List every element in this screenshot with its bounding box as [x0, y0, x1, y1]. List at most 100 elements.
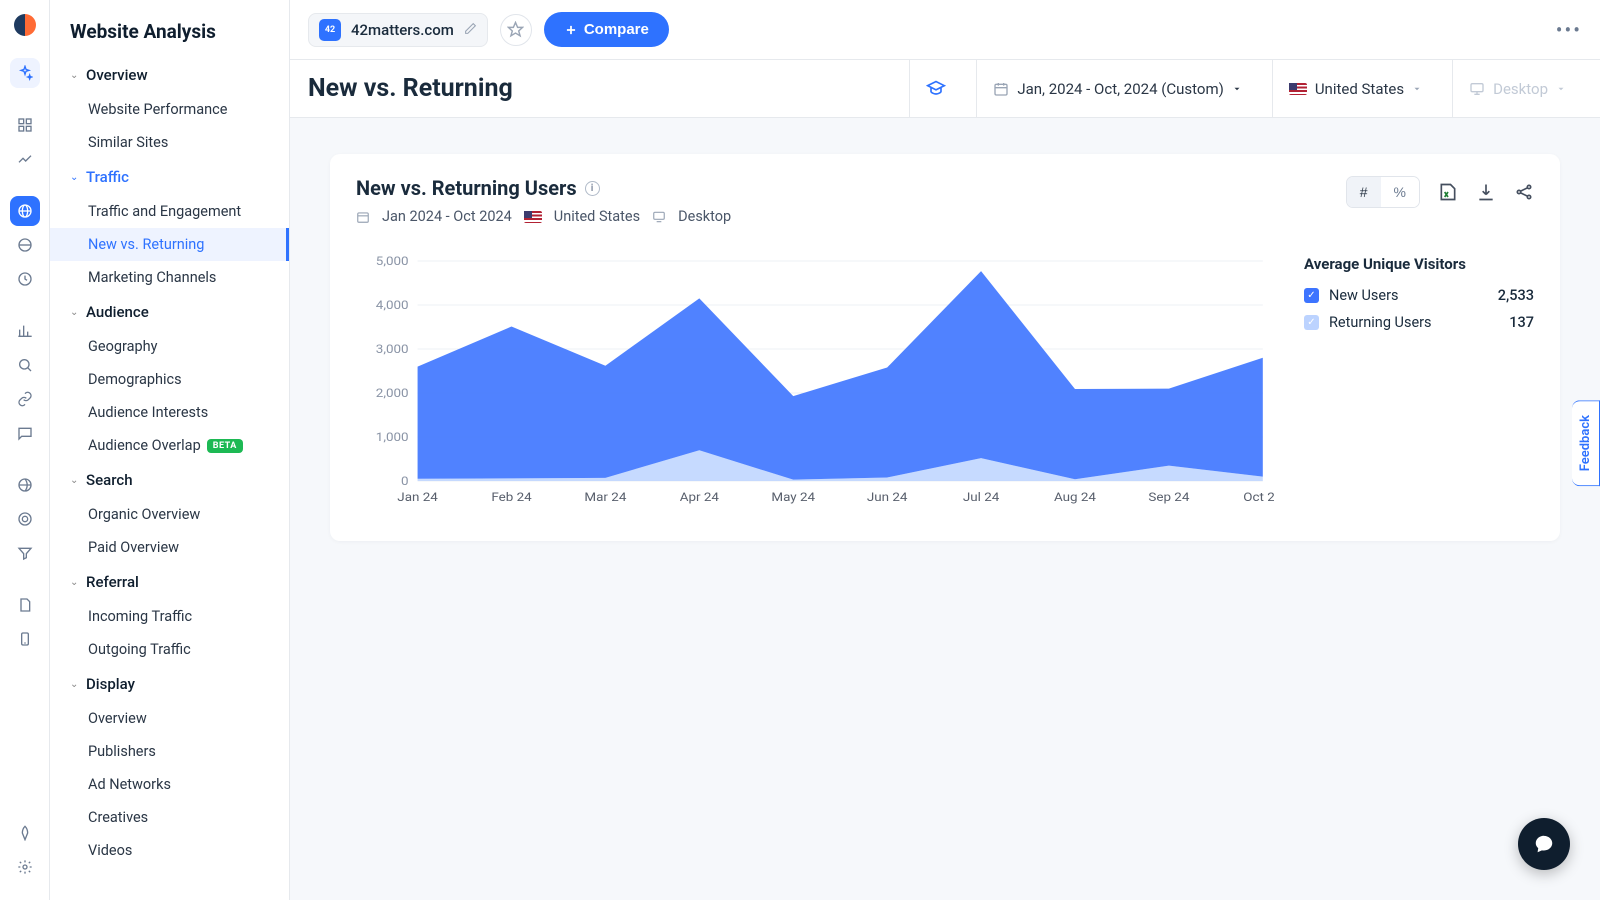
nav-item[interactable]: Audience OverlapBETA [50, 429, 289, 462]
nav-head-search[interactable]: ⌄Search [50, 462, 289, 498]
brand-logo[interactable] [14, 14, 36, 36]
rail-dashboard-icon[interactable] [10, 110, 40, 140]
rail-clock-icon[interactable] [10, 264, 40, 294]
sidebar: Website Analysis ⌄OverviewWebsite Perfor… [50, 0, 290, 900]
svg-text:May 24: May 24 [771, 491, 815, 505]
device-picker[interactable]: Desktop [1452, 60, 1582, 118]
svg-text:Sep 24: Sep 24 [1148, 491, 1189, 505]
nav-item[interactable]: Audience Interests [50, 396, 289, 429]
chat-bubble-button[interactable] [1518, 818, 1570, 870]
device-label: Desktop [1493, 80, 1548, 98]
nav-item[interactable]: Videos [50, 834, 289, 867]
nav-item[interactable]: Similar Sites [50, 126, 289, 159]
svg-text:Aug 24: Aug 24 [1054, 491, 1096, 505]
toggle-pct-button[interactable]: % [1381, 177, 1419, 207]
svg-text:Jun 24: Jun 24 [867, 491, 908, 505]
nav-item[interactable]: Creatives [50, 801, 289, 834]
nav-item[interactable]: Paid Overview [50, 531, 289, 564]
legend-row[interactable]: ✓Returning Users137 [1304, 314, 1534, 331]
value-format-toggle: # % [1346, 176, 1420, 208]
rail-link-icon[interactable] [10, 384, 40, 414]
icon-rail [0, 0, 50, 900]
nav-item[interactable]: Traffic and Engagement [50, 195, 289, 228]
rail-globe2-icon[interactable] [10, 230, 40, 260]
svg-text:4,000: 4,000 [376, 299, 409, 313]
us-flag-icon [1289, 83, 1307, 95]
rail-gear-icon[interactable] [10, 852, 40, 882]
chevron-down-icon [1556, 84, 1566, 94]
compare-button-label: Compare [584, 21, 649, 38]
card-title: New vs. Returning Users i [356, 176, 1346, 200]
download-icon[interactable] [1476, 182, 1496, 202]
svg-text:Oct 24: Oct 24 [1243, 491, 1274, 505]
rail-filter-icon[interactable] [10, 538, 40, 568]
topbar: 42 42matters.com Compare ••• [290, 0, 1600, 60]
share-icon[interactable] [1514, 182, 1534, 202]
nav-item[interactable]: Outgoing Traffic [50, 633, 289, 666]
svg-text:Apr 24: Apr 24 [680, 491, 719, 505]
card-meta: Jan 2024 - Oct 2024 United States Deskto… [356, 208, 1346, 225]
nav-head-traffic[interactable]: ⌄Traffic [50, 159, 289, 195]
toggle-hash-button[interactable]: # [1347, 177, 1381, 207]
rail-search-icon[interactable] [10, 350, 40, 380]
nav-item[interactable]: Website Performance [50, 93, 289, 126]
svg-text:Mar 24: Mar 24 [584, 491, 626, 505]
chart-card: New vs. Returning Users i Jan 2024 - Oct… [330, 154, 1560, 541]
nav-head-overview[interactable]: ⌄Overview [50, 57, 289, 93]
rail-bar-icon[interactable] [10, 316, 40, 346]
nav-head-display[interactable]: ⌄Display [50, 666, 289, 702]
nav-item[interactable]: Publishers [50, 735, 289, 768]
date-range-label: Jan, 2024 - Oct, 2024 (Custom) [1017, 80, 1224, 98]
nav-item[interactable]: Demographics [50, 363, 289, 396]
chevron-down-icon [1412, 84, 1422, 94]
country-label: United States [1315, 80, 1404, 98]
nav-item[interactable]: Ad Networks [50, 768, 289, 801]
compare-button[interactable]: Compare [544, 12, 669, 47]
nav-item[interactable]: Incoming Traffic [50, 600, 289, 633]
calendar-icon [356, 210, 370, 224]
domain-favicon: 42 [319, 19, 341, 41]
rail-globe-icon[interactable] [10, 196, 40, 226]
area-chart: 01,0002,0003,0004,0005,000Jan 24Feb 24Ma… [356, 251, 1274, 511]
subbar: New vs. Returning Jan, 2024 - Oct, 2024 … [290, 60, 1600, 118]
chart-legend: Average Unique Visitors ✓New Users2,533 ✓… [1304, 251, 1534, 511]
edit-domain-icon[interactable] [464, 20, 477, 39]
rail-globe3-icon[interactable] [10, 470, 40, 500]
rail-rocket-icon[interactable] [10, 818, 40, 848]
legend-row[interactable]: ✓New Users2,533 [1304, 287, 1534, 304]
rail-trend-icon[interactable] [10, 144, 40, 174]
education-icon[interactable] [909, 60, 962, 118]
nav-head-referral[interactable]: ⌄Referral [50, 564, 289, 600]
favorite-button[interactable] [500, 14, 532, 46]
nav-item[interactable]: Marketing Channels [50, 261, 289, 294]
svg-text:Jul 24: Jul 24 [963, 491, 999, 505]
svg-text:2,000: 2,000 [376, 387, 409, 401]
domain-name: 42matters.com [351, 21, 454, 39]
date-range-picker[interactable]: Jan, 2024 - Oct, 2024 (Custom) [976, 60, 1258, 118]
us-flag-icon [524, 211, 542, 223]
chevron-down-icon [1232, 84, 1242, 94]
svg-text:0: 0 [401, 475, 409, 489]
country-picker[interactable]: United States [1272, 60, 1438, 118]
legend-title: Average Unique Visitors [1304, 255, 1534, 273]
svg-text:Jan 24: Jan 24 [397, 491, 438, 505]
rail-sparkle-icon[interactable] [10, 58, 40, 88]
feedback-tab[interactable]: Feedback [1572, 400, 1600, 486]
info-icon[interactable]: i [585, 181, 600, 196]
nav-head-audience[interactable]: ⌄Audience [50, 294, 289, 330]
nav-item[interactable]: Organic Overview [50, 498, 289, 531]
svg-text:5,000: 5,000 [376, 255, 409, 269]
rail-message-icon[interactable] [10, 418, 40, 448]
nav-item[interactable]: New vs. Returning [50, 228, 289, 261]
svg-text:Feb 24: Feb 24 [491, 491, 531, 505]
export-excel-icon[interactable] [1438, 182, 1458, 202]
desktop-icon [652, 210, 666, 224]
sidebar-title: Website Analysis [50, 20, 289, 57]
nav-item[interactable]: Overview [50, 702, 289, 735]
rail-mobile-icon[interactable] [10, 624, 40, 654]
topbar-more-icon[interactable]: ••• [1556, 18, 1582, 42]
domain-chip[interactable]: 42 42matters.com [308, 13, 488, 47]
nav-item[interactable]: Geography [50, 330, 289, 363]
rail-doc-icon[interactable] [10, 590, 40, 620]
rail-target-icon[interactable] [10, 504, 40, 534]
